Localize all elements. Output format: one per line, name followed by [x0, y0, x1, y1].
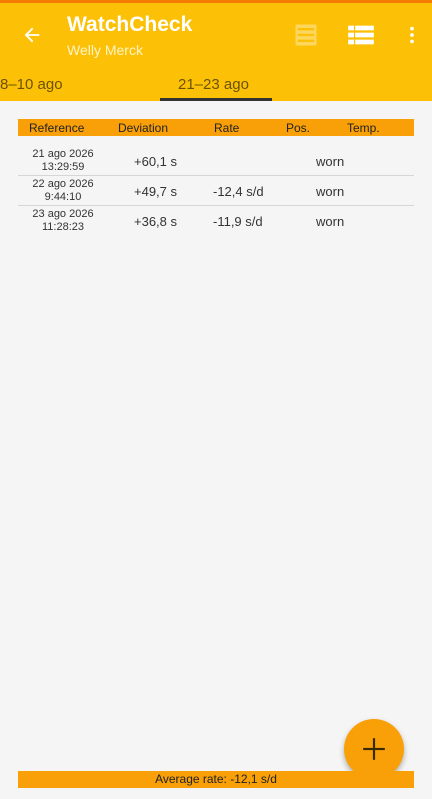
reference-time: 9:44:10: [44, 191, 82, 203]
header-position: Pos.: [286, 121, 311, 135]
tab-previous-period[interactable]: 8–10 ago: [0, 76, 63, 93]
table-view-button[interactable]: [345, 19, 377, 51]
average-rate-footer: Average rate: -12,1 s/d: [18, 771, 414, 788]
arrow-left-icon: [24, 27, 40, 43]
list-view-button[interactable]: [290, 19, 322, 51]
tab-current-period[interactable]: 21–23 ago: [178, 76, 249, 93]
watch-name: Welly Merck: [67, 42, 143, 58]
table-header: Reference Deviation Rate Pos. Temp.: [18, 119, 414, 136]
reference-date: 23 ago 2026: [32, 208, 94, 220]
reference-cell: 21 ago 2026 13:29:59: [18, 148, 108, 174]
position-value: worn: [316, 154, 345, 169]
table-row[interactable]: 22 ago 2026 9:44:10 +49,7 s -12,4 s/d wo…: [18, 176, 414, 206]
table-view-icon: [348, 25, 374, 45]
reference-cell: 22 ago 2026 9:44:10: [18, 178, 108, 204]
watchcheck-screen: WatchCheck Welly Merck 8–10 ago 21–23 ag…: [0, 0, 432, 799]
rate-value: -11,9 s/d: [213, 214, 263, 229]
header-temperature: Temp.: [347, 121, 380, 135]
back-button[interactable]: [16, 19, 48, 51]
plus-icon: [363, 738, 385, 760]
deviation-value: +49,7 s: [134, 184, 178, 199]
reference-date: 21 ago 2026: [32, 148, 94, 160]
app-title: WatchCheck: [67, 13, 193, 36]
deviation-value: +36,8 s: [134, 214, 178, 229]
tab-selected-indicator: [160, 98, 272, 101]
position-value: worn: [316, 184, 345, 199]
measurement-list: 21 ago 2026 13:29:59 +60,1 s worn 22 ago…: [18, 146, 414, 236]
rate-value: -12,4 s/d: [213, 184, 264, 199]
add-measurement-button[interactable]: [344, 719, 404, 779]
more-options-button[interactable]: [396, 19, 428, 51]
header-reference: Reference: [29, 121, 85, 135]
header-deviation: Deviation: [118, 121, 169, 135]
list-view-icon: [295, 24, 317, 46]
deviation-value: +60,1 s: [134, 154, 178, 169]
reference-cell: 23 ago 2026 11:28:23: [18, 208, 108, 234]
header-rate: Rate: [214, 121, 240, 135]
table-row[interactable]: 23 ago 2026 11:28:23 +36,8 s -11,9 s/d w…: [18, 206, 414, 236]
reference-time: 11:28:23: [41, 221, 84, 233]
more-vert-icon: [410, 26, 414, 44]
period-tabs: 8–10 ago 21–23 ago: [0, 67, 432, 101]
app-bar: WatchCheck Welly Merck: [0, 3, 432, 67]
reference-date: 22 ago 2026: [32, 178, 94, 190]
position-value: worn: [316, 214, 345, 229]
table-row[interactable]: 21 ago 2026 13:29:59 +60,1 s worn: [18, 146, 414, 176]
reference-time: 13:29:59: [41, 161, 85, 173]
